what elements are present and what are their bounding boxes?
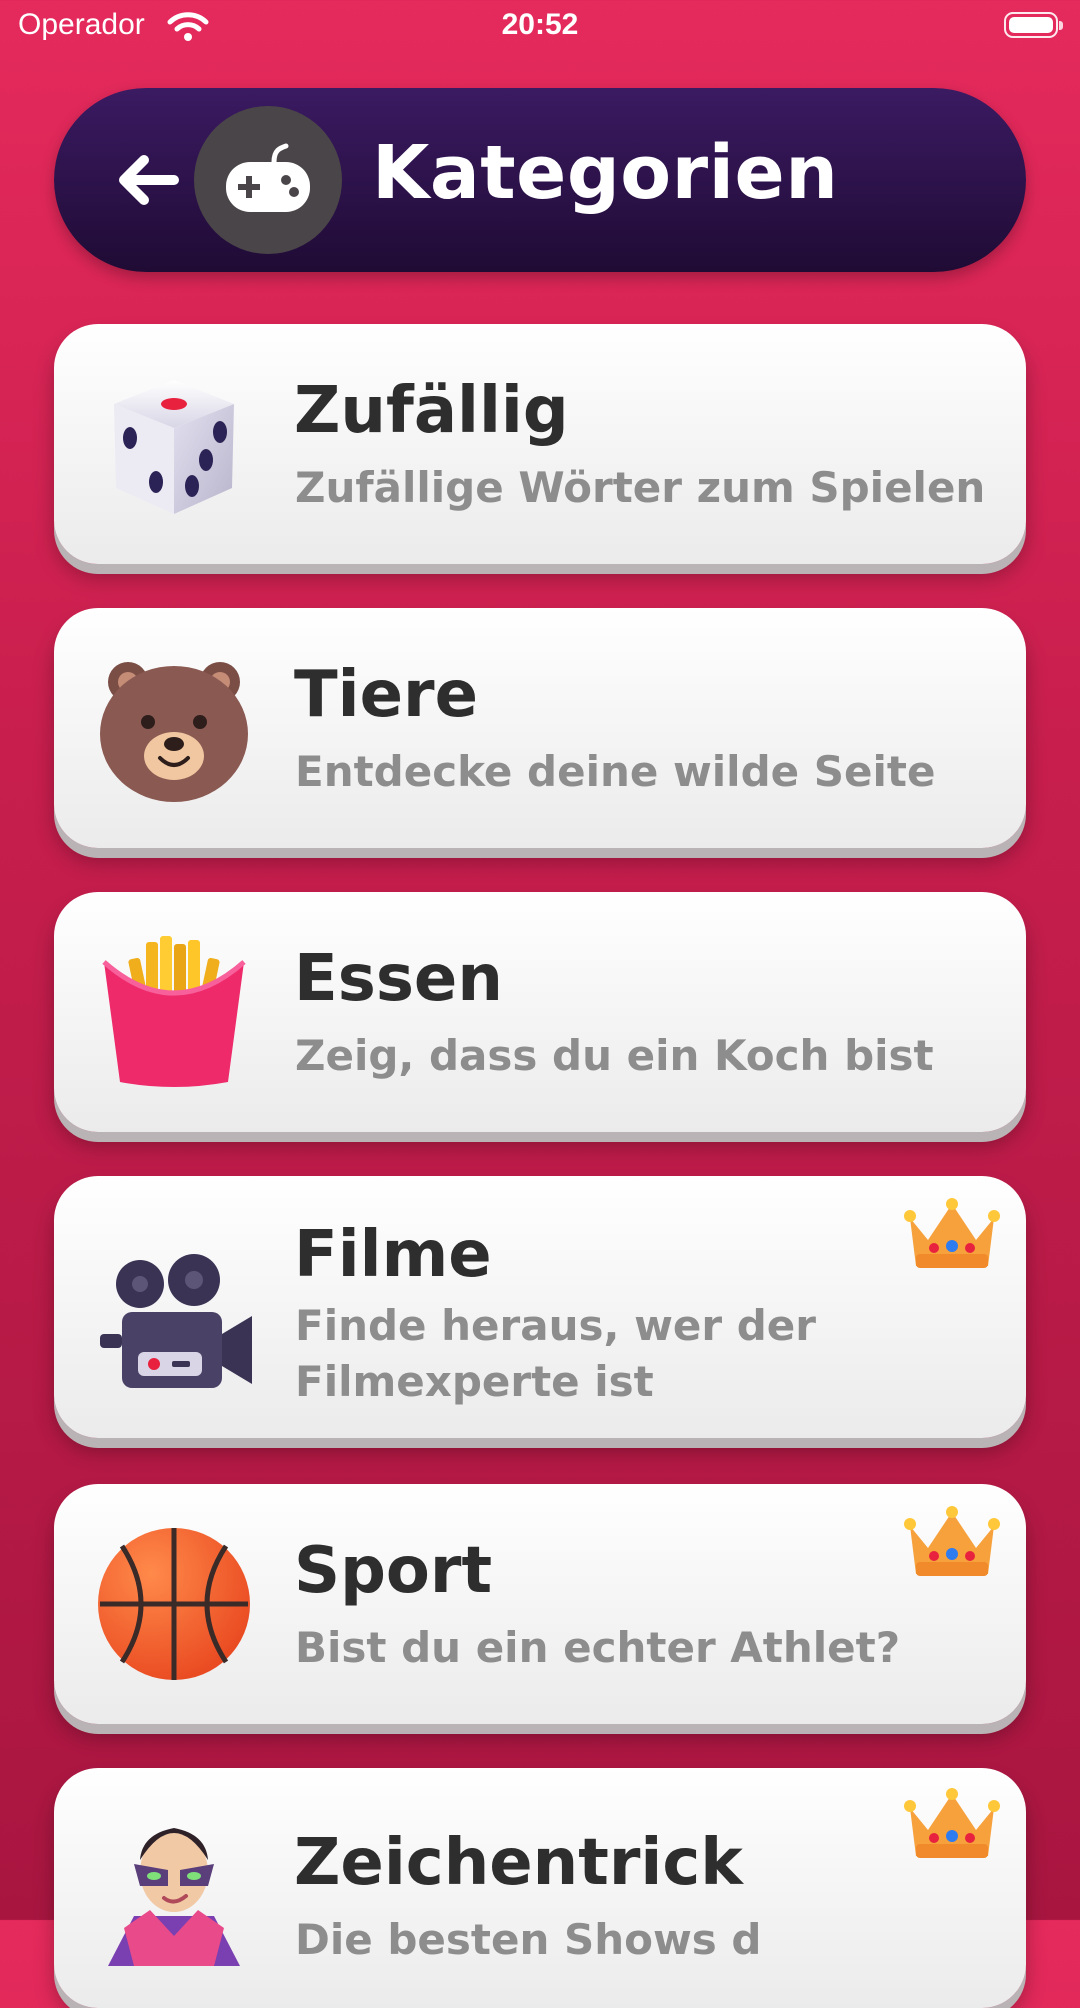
clock: 20:52 <box>501 8 579 41</box>
category-card-sport[interactable]: Sport Bist du ein echter Athlet? <box>54 1484 1026 1724</box>
category-title: Zufällig <box>294 374 569 448</box>
gamepad-icon <box>194 106 342 254</box>
category-card-essen[interactable]: Essen Zeig, dass du ein Koch bist <box>54 892 1026 1132</box>
category-subtitle: Zufällige Wörter zum Spielen <box>295 463 986 512</box>
category-subtitle: Zeig, dass du ein Koch bist <box>295 1031 934 1080</box>
page-title: Kategorien <box>372 130 839 216</box>
basketball-icon <box>98 1528 250 1680</box>
arrow-left-icon[interactable] <box>108 140 188 220</box>
dice-icon <box>114 380 234 514</box>
status-bar: Operador 20:52 <box>0 0 1080 52</box>
crown-icon <box>904 1198 1000 1268</box>
category-subtitle: Finde heraus, wer der Filmexperte ist <box>295 1301 816 1406</box>
crown-icon <box>904 1788 1000 1858</box>
battery-icon <box>1004 12 1063 38</box>
category-card-zeichentrick[interactable]: Zeichentrick Die besten Shows d <box>54 1768 1026 2008</box>
category-title: Sport <box>294 1534 493 1608</box>
category-card-zufaellig[interactable]: Zufällig Zufällige Wörter zum Spielen <box>54 324 1026 564</box>
category-title: Tiere <box>294 658 478 732</box>
category-title: Essen <box>294 942 503 1016</box>
category-title: Filme <box>294 1218 492 1292</box>
header-bar: Kategorien <box>54 88 1026 272</box>
category-title: Zeichentrick <box>294 1826 743 1900</box>
category-subtitle: Bist du ein echter Athlet? <box>295 1623 901 1672</box>
bear-icon <box>100 662 248 802</box>
category-card-filme[interactable]: Filme Finde heraus, wer der Filmexperte … <box>54 1176 1026 1438</box>
superhero-icon <box>108 1828 240 1966</box>
crown-icon <box>904 1506 1000 1576</box>
movie-camera-icon <box>100 1254 252 1388</box>
category-subtitle: Entdecke deine wilde Seite <box>295 747 936 796</box>
category-card-tiere[interactable]: Tiere Entdecke deine wilde Seite <box>54 608 1026 848</box>
category-subtitle: Die besten Shows d <box>295 1915 762 1964</box>
fries-icon <box>102 936 246 1087</box>
